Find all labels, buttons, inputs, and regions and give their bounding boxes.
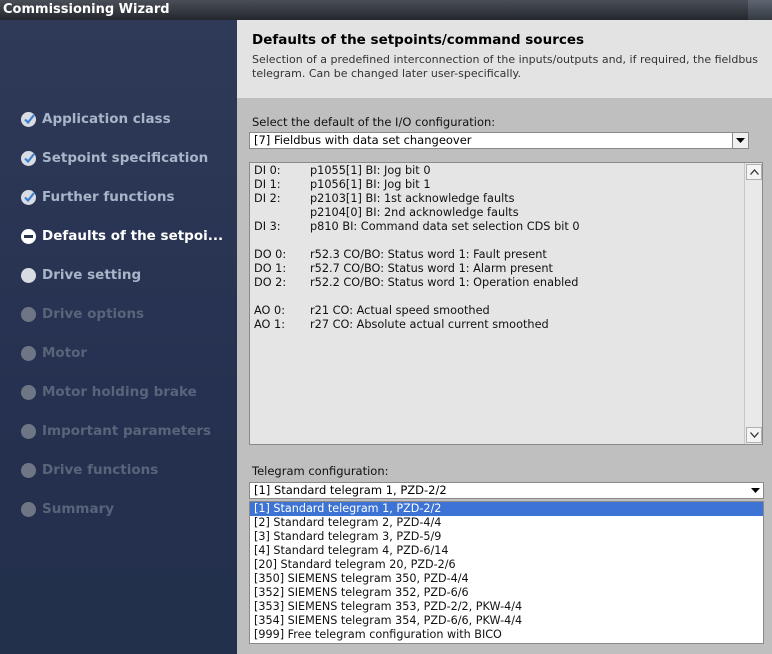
io-config-row: AO 1: r27 CO: Absolute actual current smo… xyxy=(254,318,549,331)
wizard-steps-sidebar: Application class Setpoint specification F… xyxy=(0,20,237,654)
io-terminal: DI 0: xyxy=(254,164,281,177)
io-terminal: DI 2: xyxy=(254,192,281,205)
io-parameter: r52.3 CO/BO: Status word 1: Fault presen… xyxy=(310,248,547,261)
telegram-option[interactable]: [352] SIEMENS telegram 352, PZD-6/6 xyxy=(250,586,763,600)
io-config-row: DO 2: r52.2 CO/BO: Status word 1: Operati… xyxy=(254,276,578,289)
vertical-scrollbar[interactable] xyxy=(744,163,762,444)
io-terminal: DO 2: xyxy=(254,276,287,289)
wizard-step[interactable]: Drive setting xyxy=(21,265,141,285)
io-parameter: p810 BI: Command data set selection CDS … xyxy=(310,220,580,233)
io-config-row: DI 0: p1055[1] BI: Jog bit 0 xyxy=(254,164,431,177)
io-config-row: AO 0: r21 CO: Actual speed smoothed xyxy=(254,304,490,317)
io-parameter: r27 CO: Absolute actual current smoothed xyxy=(310,318,549,331)
io-config-row: DI 3: p810 BI: Command data set selection… xyxy=(254,220,580,233)
io-parameter: r52.7 CO/BO: Status word 1: Alarm presen… xyxy=(310,262,553,275)
disabled-circle-icon xyxy=(21,306,36,322)
io-config-label: Select the default of the I/O configurat… xyxy=(252,115,496,129)
wizard-step: Summary xyxy=(21,499,114,519)
io-parameter: r52.2 CO/BO: Status word 1: Operation en… xyxy=(310,276,579,289)
io-terminal: DI 3: xyxy=(254,220,281,233)
io-config-row: DI 1: p1056[1] BI: Jog bit 1 xyxy=(254,178,431,191)
io-parameter: p2104[0] BI: 2nd acknowledge faults xyxy=(310,206,519,219)
io-parameter: p1056[1] BI: Jog bit 1 xyxy=(310,178,431,191)
page-title: Defaults of the setpoints/command source… xyxy=(252,32,585,48)
check-circle-icon xyxy=(21,111,36,127)
check-circle-icon xyxy=(21,150,36,166)
io-terminal: AO 0: xyxy=(254,304,286,317)
title-bar: Commissioning Wizard xyxy=(0,0,772,20)
io-config-select[interactable]: [7] Fieldbus with data set changeover xyxy=(249,132,749,149)
wizard-step-label: Defaults of the setpoi... xyxy=(42,228,224,244)
window-title: Commissioning Wizard xyxy=(3,2,170,17)
chevron-down-icon[interactable] xyxy=(732,133,748,148)
io-config-row: DO 1: r52.7 CO/BO: Status word 1: Alarm p… xyxy=(254,262,553,275)
wizard-step: Motor holding brake xyxy=(21,382,197,402)
disabled-circle-icon xyxy=(21,423,36,439)
telegram-dropdown-list[interactable]: [1] Standard telegram 1, PZD-2/2 [2] Stan… xyxy=(249,501,764,644)
io-parameter: p1055[1] BI: Jog bit 0 xyxy=(310,164,431,177)
io-terminal: DO 1: xyxy=(254,262,287,275)
wizard-step[interactable]: Defaults of the setpoi... xyxy=(21,226,223,246)
io-terminal: DO 0: xyxy=(254,248,287,261)
wizard-step[interactable]: Further functions xyxy=(21,187,175,207)
wizard-step-label: Summary xyxy=(42,501,115,517)
wizard-step-label: Drive functions xyxy=(42,462,159,478)
wizard-step: Motor xyxy=(21,343,87,363)
disabled-circle-icon xyxy=(21,462,36,478)
scroll-down-icon[interactable] xyxy=(746,427,762,443)
disabled-circle-icon xyxy=(21,501,36,517)
disabled-circle-icon xyxy=(21,384,36,400)
io-config-row: DO 0: r52.3 CO/BO: Status word 1: Fault p… xyxy=(254,248,547,261)
check-circle-icon xyxy=(21,189,36,205)
telegram-option[interactable]: [353] SIEMENS telegram 353, PZD-2/2, PKW… xyxy=(250,600,763,614)
wizard-step-label: Important parameters xyxy=(42,423,212,439)
content-pane: Defaults of the setpoints/command source… xyxy=(237,20,772,654)
telegram-option[interactable]: [3] Standard telegram 3, PZD-5/9 xyxy=(250,530,763,544)
wizard-step-label: Motor holding brake xyxy=(42,384,197,400)
page-description: Selection of a predefined interconnectio… xyxy=(252,53,758,80)
scroll-up-icon[interactable] xyxy=(746,164,762,180)
telegram-option[interactable]: [354] SIEMENS telegram 354, PZD-6/6, PKW… xyxy=(250,614,763,628)
wizard-step-label: Motor xyxy=(42,345,88,361)
wizard-step-label: Further functions xyxy=(42,189,175,205)
wizard-step: Important parameters xyxy=(21,421,211,441)
page-header: Defaults of the setpoints/command source… xyxy=(237,20,772,98)
io-config-details[interactable]: DI 0: p1055[1] BI: Jog bit 0 DI 1: p1056[1]… xyxy=(249,162,763,445)
telegram-option[interactable]: [4] Standard telegram 4, PZD-6/14 xyxy=(250,544,763,558)
wizard-step[interactable]: Application class xyxy=(21,109,171,129)
telegram-option[interactable]: [999] Free telegram configuration with B… xyxy=(250,628,763,642)
wizard-step-label: Setpoint specification xyxy=(42,150,209,166)
current-step-icon xyxy=(21,228,36,244)
title-bar-corner xyxy=(748,0,772,20)
wizard-step-label: Drive options xyxy=(42,306,145,322)
telegram-option[interactable]: [20] Standard telegram 20, PZD-2/6 xyxy=(250,558,763,572)
telegram-selected-value: [1] Standard telegram 1, PZD-2/2 xyxy=(254,483,447,497)
wizard-step: Drive functions xyxy=(21,460,158,480)
disabled-circle-icon xyxy=(21,345,36,361)
wizard-step-label: Drive setting xyxy=(42,267,142,283)
io-config-row: DI 2: p2103[1] BI: 1st acknowledge faults xyxy=(254,192,515,205)
wizard-step-label: Application class xyxy=(42,111,171,127)
pending-circle-icon xyxy=(21,267,36,283)
telegram-option[interactable]: [350] SIEMENS telegram 350, PZD-4/4 xyxy=(250,572,763,586)
chevron-down-icon[interactable] xyxy=(748,483,763,498)
io-terminal: AO 1: xyxy=(254,318,286,331)
wizard-step[interactable]: Setpoint specification xyxy=(21,148,208,168)
telegram-config-label: Telegram configuration: xyxy=(252,464,389,478)
wizard-step: Drive options xyxy=(21,304,144,324)
telegram-option[interactable]: [2] Standard telegram 2, PZD-4/4 xyxy=(250,516,763,530)
telegram-select[interactable]: [1] Standard telegram 1, PZD-2/2 xyxy=(249,482,764,499)
io-config-selected-value: [7] Fieldbus with data set changeover xyxy=(254,133,472,147)
telegram-option[interactable]: [1] Standard telegram 1, PZD-2/2 xyxy=(250,502,763,516)
io-parameter: p2103[1] BI: 1st acknowledge faults xyxy=(310,192,515,205)
io-terminal: DI 1: xyxy=(254,178,281,191)
io-config-row: p2104[0] BI: 2nd acknowledge faults xyxy=(254,206,519,219)
io-parameter: r21 CO: Actual speed smoothed xyxy=(310,304,490,317)
